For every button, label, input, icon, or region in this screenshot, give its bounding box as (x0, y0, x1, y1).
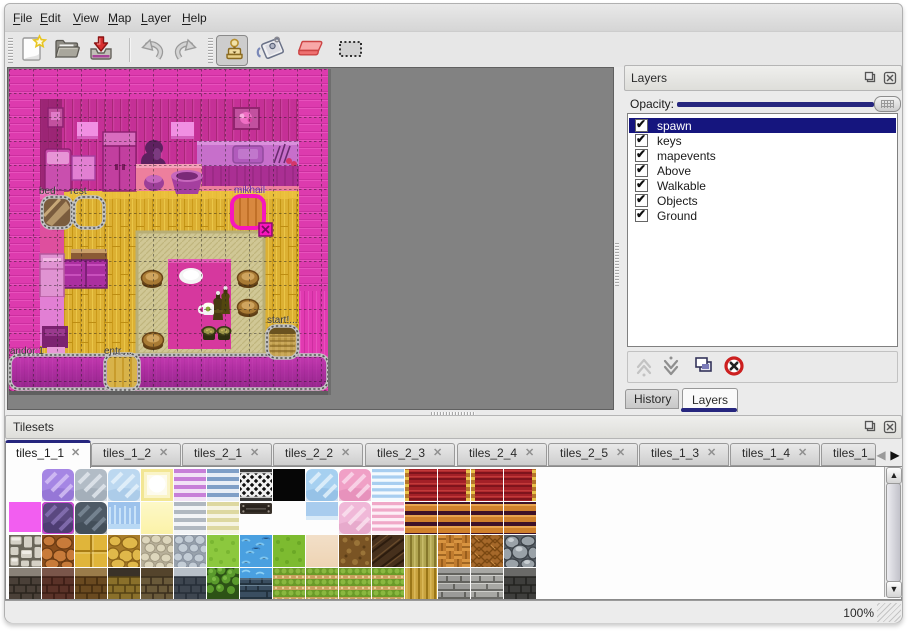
svg-text:andor:1: andor:1 (10, 346, 44, 357)
svg-text:bed: bed (39, 186, 56, 197)
svg-text:entr....: entr.... (104, 346, 132, 357)
svg-text:mikhail: mikhail (234, 185, 265, 196)
svg-text:rest: rest (70, 186, 87, 197)
svg-text:start!...: start!... (267, 315, 298, 326)
